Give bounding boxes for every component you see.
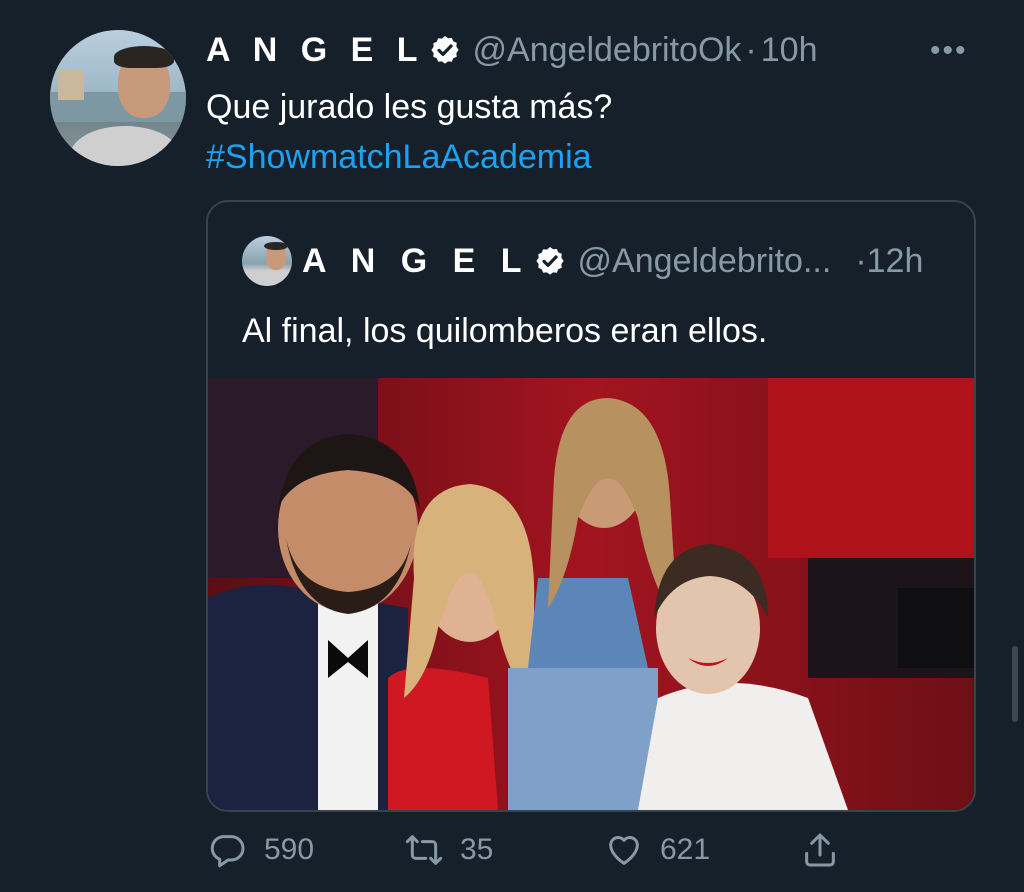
verified-badge-icon	[535, 247, 564, 275]
author-name[interactable]: A N G E L	[206, 31, 425, 70]
tweet-text: Que jurado les gusta más?	[206, 88, 613, 126]
quoted-tweet-time: ·12h	[855, 241, 924, 280]
avatar-bg-building	[58, 70, 84, 100]
avatar-hair	[114, 46, 174, 68]
author-handle[interactable]: @AngeldebritoOk	[473, 31, 742, 70]
tweet-actions: 590 35 621	[0, 818, 1024, 888]
reply-icon	[210, 835, 245, 868]
quoted-author-handle: @Angeldebrito...	[577, 241, 832, 280]
retweet-count: 35	[460, 833, 494, 866]
share-icon	[805, 833, 835, 867]
quoted-header: A N G E L @Angeldebrito... ·12h	[302, 238, 923, 284]
tweet-header: A N G E L @AngeldebritoOk · 10h	[206, 26, 817, 74]
retweet-icon	[405, 835, 443, 865]
quoted-author-avatar	[242, 236, 292, 286]
verified-badge-icon	[430, 36, 459, 64]
quoted-avatar-hair	[264, 242, 288, 250]
quoted-tweet-photo[interactable]	[208, 378, 974, 810]
like-button[interactable]: 621	[604, 830, 710, 870]
reply-count: 590	[264, 833, 315, 866]
avatar-shirt	[70, 126, 180, 166]
like-count: 621	[660, 833, 711, 866]
scrollbar[interactable]	[1012, 646, 1018, 722]
separator-dot: ·	[745, 30, 757, 69]
quoted-tweet-card[interactable]: A N G E L @Angeldebrito... ·12h Al final…	[206, 200, 976, 812]
tweet-time[interactable]: 10h	[761, 31, 818, 70]
share-button[interactable]	[800, 830, 840, 870]
reply-button[interactable]: 590	[208, 830, 314, 870]
like-icon	[609, 836, 639, 865]
hashtag-link[interactable]: #ShowmatchLaAcademia	[206, 132, 592, 182]
retweet-button[interactable]: 35	[404, 830, 493, 870]
quoted-tweet-text: Al final, los quilomberos eran ellos.	[242, 312, 768, 350]
more-icon[interactable]: •••	[930, 34, 968, 68]
selfie-photo-illustration	[208, 378, 974, 810]
quoted-author-name: A N G E L	[302, 241, 530, 280]
author-avatar[interactable]	[50, 30, 186, 166]
